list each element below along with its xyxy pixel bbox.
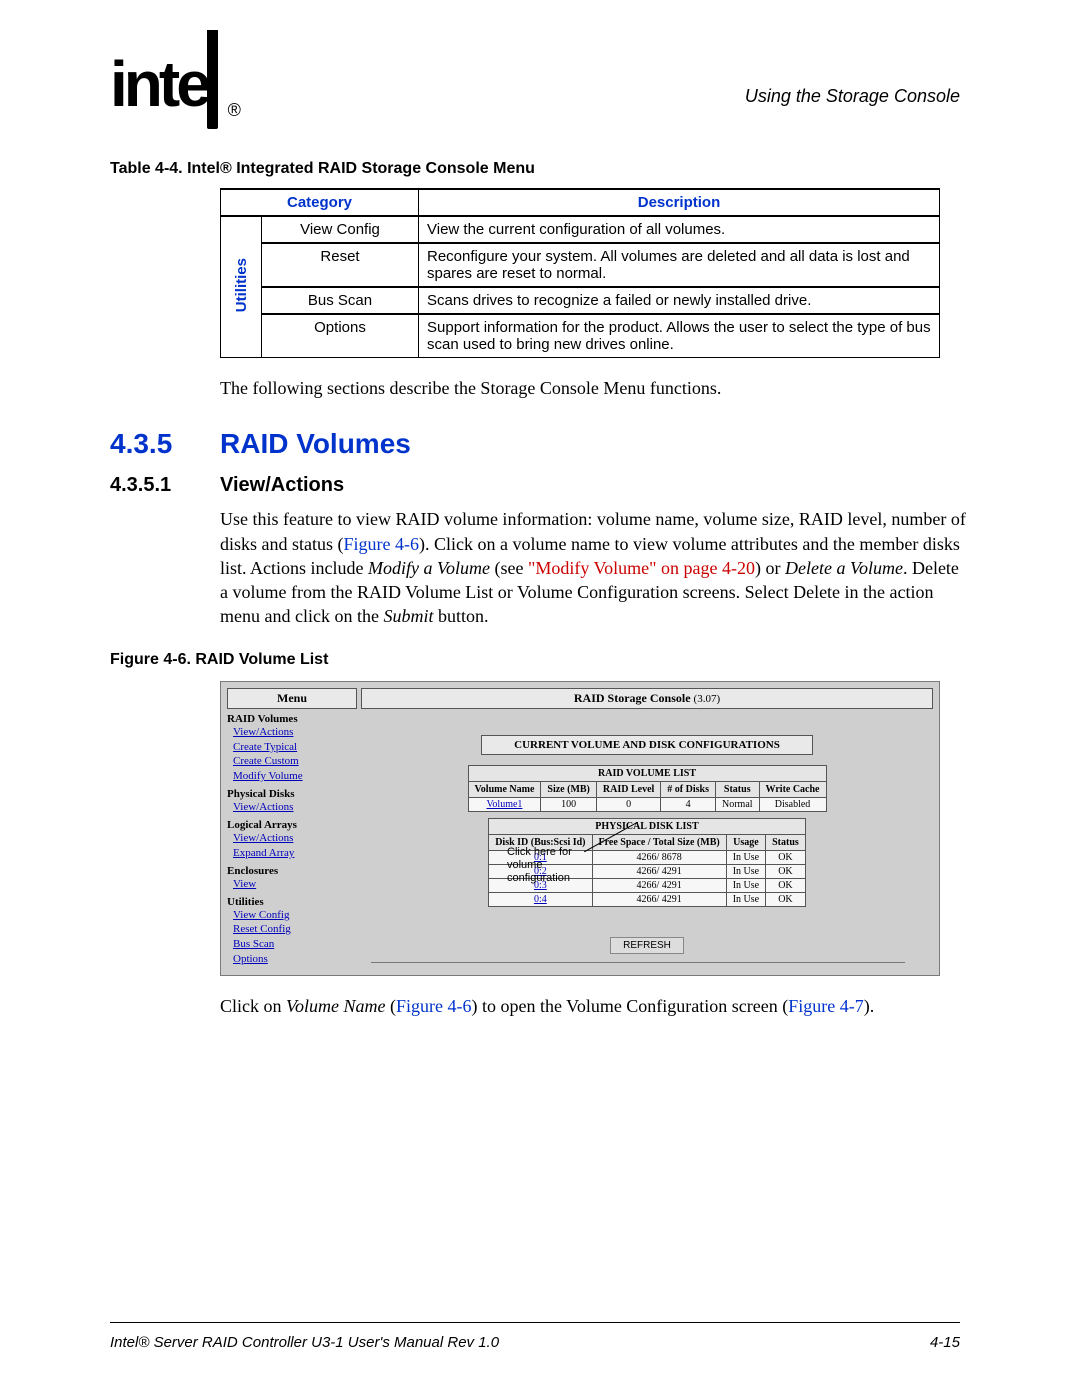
para-click: Click on Volume Name (Figure 4-6) to ope… [220, 994, 970, 1018]
volume-name-link[interactable]: Volume1 [486, 799, 522, 810]
col-header: # of Disks [661, 781, 716, 797]
menu-title: Menu [227, 688, 357, 709]
callout-text: Click here for volume configuration [507, 846, 587, 886]
col-header: Volume Name [468, 781, 541, 797]
cell: 4266/ 4291 [592, 878, 726, 892]
row-desc: Scans drives to recognize a failed or ne… [419, 287, 940, 314]
figure-raid-volume-list: Menu RAID VolumesView/ActionsCreate Typi… [220, 681, 940, 976]
cell: In Use [726, 892, 765, 906]
row-group-utilities: Utilities [221, 216, 262, 358]
row-desc: View the current configuration of all vo… [419, 216, 940, 243]
table-row: Volume1 10004NormalDisabled [468, 797, 826, 811]
cell: OK [766, 850, 806, 864]
col-header: RAID Level [596, 781, 660, 797]
cell: 4 [661, 797, 716, 811]
figure-caption: Figure 4-6. RAID Volume List [110, 651, 970, 669]
disk-id-link[interactable]: 0:4 [534, 894, 547, 905]
menu-link[interactable]: View [233, 877, 357, 892]
cell: OK [766, 892, 806, 906]
table-caption: Table 4-4. Intel® Integrated RAID Storag… [110, 160, 970, 178]
menu-link[interactable]: Bus Scan [233, 937, 357, 952]
para-after-table: The following sections describe the Stor… [220, 376, 970, 400]
utilities-table: Category Description Utilities View Conf… [220, 188, 940, 358]
col-description: Description [419, 189, 940, 216]
console-column: RAID Storage Console (3.07) CURRENT VOLU… [361, 688, 933, 967]
cell: Normal [715, 797, 759, 811]
cell: 0 [596, 797, 660, 811]
col-header: Write Cache [759, 781, 826, 797]
xref-modify-volume[interactable]: "Modify Volume" on page 4-20 [528, 558, 755, 578]
mini-table-title: PHYSICAL DISK LIST [489, 818, 806, 834]
menu-link[interactable]: View Config [233, 908, 357, 923]
callout-line [584, 822, 638, 852]
cell: In Use [726, 878, 765, 892]
menu-link[interactable]: Expand Array [233, 846, 357, 861]
subheading-num: 4.3.5.1 [110, 474, 220, 497]
cell: 100 [541, 797, 597, 811]
cell: 4266/ 8678 [592, 850, 726, 864]
footer-right: 4-15 [930, 1334, 960, 1351]
intel-logo: intel® [110, 52, 231, 116]
cell: OK [766, 878, 806, 892]
menu-section-head: Physical Disks [227, 788, 357, 800]
col-header: Usage [726, 834, 765, 850]
footer-rule [110, 1322, 960, 1323]
xref-figure-4-6[interactable]: Figure 4-6 [396, 996, 472, 1016]
xref-figure-4-6[interactable]: Figure 4-6 [344, 534, 420, 554]
col-header: Status [715, 781, 759, 797]
config-band: CURRENT VOLUME AND DISK CONFIGURATIONS [481, 735, 813, 755]
para-view-actions: Use this feature to view RAID volume inf… [220, 507, 970, 628]
menu-link[interactable]: View/Actions [233, 800, 357, 815]
row-item: Reset [262, 243, 419, 287]
refresh-button[interactable]: REFRESH [610, 937, 684, 954]
menu-column: Menu RAID VolumesView/ActionsCreate Typi… [227, 688, 357, 967]
menu-section-head: RAID Volumes [227, 713, 357, 725]
row-item: Options [262, 314, 419, 358]
divider [371, 962, 905, 963]
raid-volume-list-table: RAID VOLUME LIST Volume NameSize (MB)RAI… [468, 765, 827, 812]
menu-link[interactable]: Modify Volume [233, 769, 357, 784]
cell: In Use [726, 864, 765, 878]
cell: Disabled [759, 797, 826, 811]
heading-text: RAID Volumes [220, 428, 411, 460]
mini-table-title: RAID VOLUME LIST [468, 765, 826, 781]
xref-figure-4-7[interactable]: Figure 4-7 [788, 996, 864, 1016]
menu-link[interactable]: View/Actions [233, 725, 357, 740]
cell: 4266/ 4291 [592, 864, 726, 878]
menu-link[interactable]: View/Actions [233, 831, 357, 846]
footer-left: Intel® Server RAID Controller U3-1 User'… [110, 1334, 499, 1351]
menu-link[interactable]: Create Custom [233, 754, 357, 769]
col-category: Category [221, 189, 419, 216]
menu-section-head: Enclosures [227, 865, 357, 877]
col-header: Size (MB) [541, 781, 597, 797]
heading-num: 4.3.5 [110, 428, 220, 460]
menu-section-head: Logical Arrays [227, 819, 357, 831]
row-item: View Config [262, 216, 419, 243]
cell: 4266/ 4291 [592, 892, 726, 906]
table-row: 0:4 4266/ 4291In UseOK [489, 892, 806, 906]
cell: In Use [726, 850, 765, 864]
console-title: RAID Storage Console (3.07) [361, 688, 933, 709]
row-item: Bus Scan [262, 287, 419, 314]
menu-link[interactable]: Create Typical [233, 740, 357, 755]
col-header: Status [766, 834, 806, 850]
cell: OK [766, 864, 806, 878]
row-desc: Support information for the product. All… [419, 314, 940, 358]
menu-link[interactable]: Reset Config [233, 922, 357, 937]
subheading-text: View/Actions [220, 474, 344, 497]
menu-section-head: Utilities [227, 896, 357, 908]
page-header-right: Using the Storage Console [745, 86, 960, 107]
menu-link[interactable]: Options [233, 952, 357, 967]
row-desc: Reconfigure your system. All volumes are… [419, 243, 940, 287]
